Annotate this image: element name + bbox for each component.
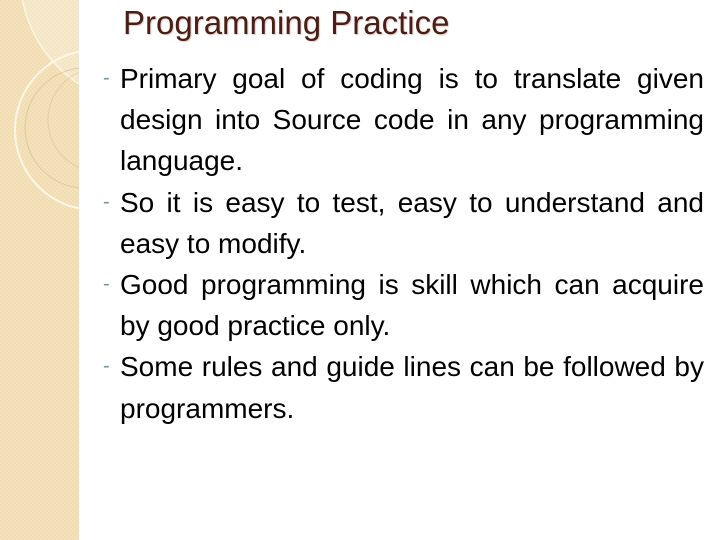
bullet-dash-icon: - <box>103 67 110 89</box>
bullet-item: - Good programming is skill which can ac… <box>103 264 704 346</box>
bullet-item: - So it is easy to test, easy to underst… <box>103 182 704 264</box>
bullet-text: Good programming is skill which can acqu… <box>120 269 704 342</box>
bullet-text: Primary goal of coding is to translate g… <box>120 63 704 177</box>
bullet-item: - Some rules and guide lines can be foll… <box>103 346 704 428</box>
decorative-sidebar <box>0 0 79 540</box>
bullet-item: - Primary goal of coding is to translate… <box>103 58 704 182</box>
bullet-dash-icon: - <box>103 355 110 378</box>
bullet-dash-icon: - <box>103 273 110 296</box>
decorative-circles-icon <box>14 0 79 210</box>
slide-title: Programming Practice <box>123 4 450 41</box>
bullet-list: - Primary goal of coding is to translate… <box>103 58 704 429</box>
bullet-text: So it is easy to test, easy to understan… <box>120 186 704 259</box>
bullet-text: Some rules and guide lines can be follow… <box>120 351 704 424</box>
bullet-dash-icon: - <box>103 190 110 213</box>
